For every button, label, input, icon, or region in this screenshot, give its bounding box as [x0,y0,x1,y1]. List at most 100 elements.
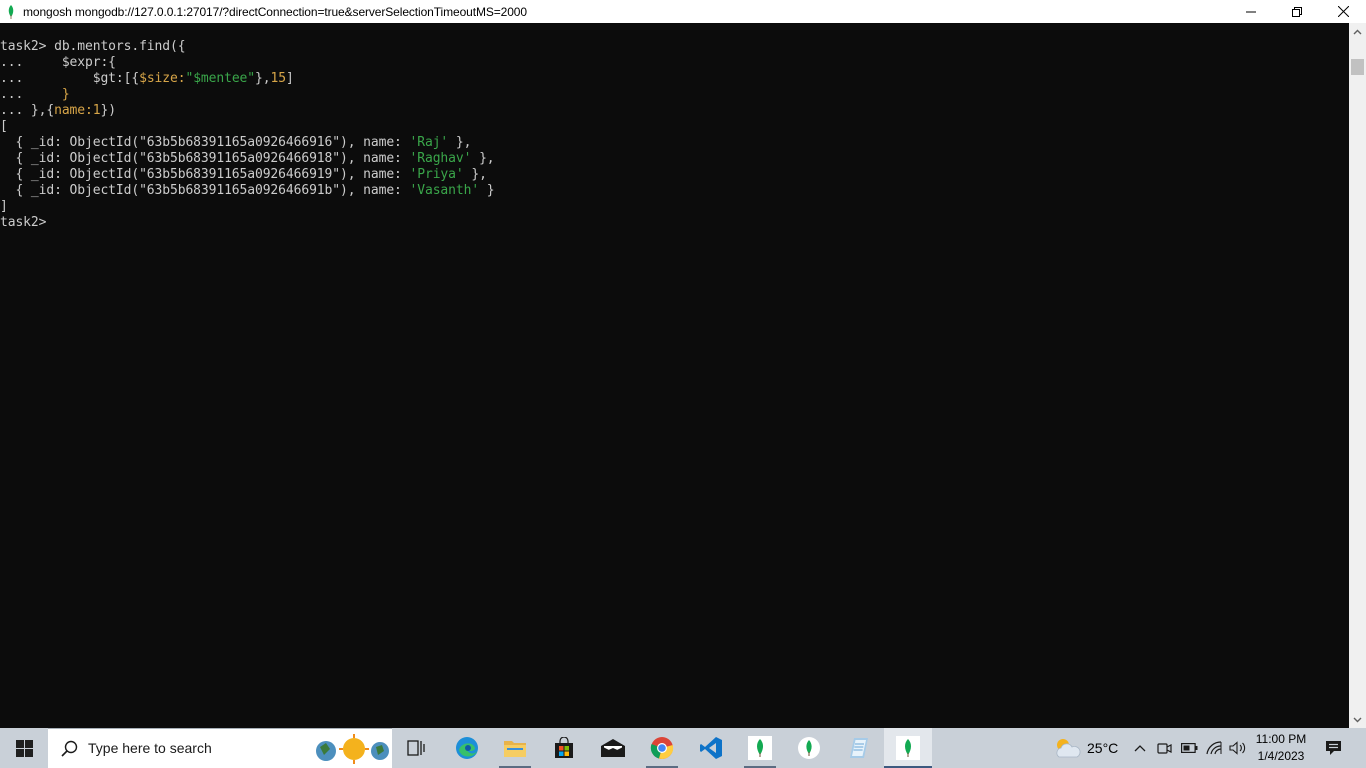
window-title: mongosh mongodb://127.0.0.1:27017/?direc… [23,4,527,19]
taskbar-store[interactable] [540,728,588,768]
console-text-segment: task2> [0,215,55,230]
console-line: ... } [0,87,70,103]
weather-widget[interactable] [1052,728,1082,768]
console-line: [ [0,119,8,135]
taskbar-search-box[interactable]: Type here to search [48,728,392,768]
console-text-segment: task2> db.mentors.find({ [0,39,186,54]
notification-icon [1325,741,1341,755]
console-line: { _id: ObjectId("63b5b68391165a092646691… [0,151,495,167]
console-text-segment: ... [0,87,62,102]
console-text-segment: "$mentee" [185,71,256,86]
scroll-down-arrow[interactable] [1349,711,1366,728]
mongosh-icon [896,736,920,760]
console-text-segment: ... $gt:[{ [0,71,140,86]
clock-date: 1/4/2023 [1257,749,1305,763]
chrome-icon [650,737,674,759]
edge-icon [456,737,478,759]
chevron-up-icon [1134,745,1146,752]
mongodb-leaf-icon [4,4,18,19]
console-text-segment: }, [448,135,472,150]
console-text-segment: 'Raj' [409,135,449,150]
windows-start-icon [15,739,33,757]
speaker-icon [1229,741,1246,755]
mongodb-compass-icon [748,736,772,760]
scroll-up-arrow[interactable] [1349,23,1366,40]
mongodb-compass-icon-2 [798,737,820,759]
console-text-segment: ] [0,199,8,214]
microsoft-store-icon [555,737,573,758]
terminal-output[interactable]: task2> db.mentors.find({... $expr:{... $… [0,23,1349,728]
taskbar-chrome[interactable] [638,728,686,768]
console-text-segment: ... },{ [0,103,55,118]
close-icon [1337,6,1349,17]
battery-icon [1180,743,1197,753]
console-line: task2> db.mentors.find({ [0,39,186,55]
console-line: ... },{name:1}) [0,103,116,119]
show-hidden-icons-button[interactable] [1130,728,1150,768]
console-text-segment: }, [471,151,495,166]
start-button[interactable] [0,728,48,768]
task-view-button[interactable] [392,728,440,768]
close-button[interactable] [1320,0,1366,23]
search-icon [61,740,78,757]
console-text-segment: { _id: ObjectId("63b5b68391165a092646691… [0,151,410,166]
scroll-thumb[interactable] [1351,59,1364,75]
console-line: { _id: ObjectId("63b5b68391165a092646691… [0,135,471,151]
search-highlight-icon [316,734,389,764]
taskbar-mail[interactable] [589,728,637,768]
vscode-icon [700,737,722,759]
console-text-segment: name:1 [54,103,101,118]
camera-icon [1156,743,1172,754]
console-text-segment: }, [463,167,487,182]
search-placeholder: Type here to search [88,740,212,756]
console-text-segment: 'Vasanth' [409,183,480,198]
volume-button[interactable] [1227,728,1249,768]
console-text-segment: 'Raghav' [409,151,472,166]
console-text-segment: ] [285,71,294,86]
console-line: ... $expr:{ [0,55,116,71]
meet-now-button[interactable] [1154,728,1174,768]
restore-button[interactable] [1274,0,1320,23]
console-text-segment: { _id: ObjectId("63b5b68391165a092646691… [0,183,410,198]
weather-temperature[interactable]: 25°C [1087,740,1118,756]
taskbar-mongodb-compass-2[interactable] [785,728,833,768]
console-line: { _id: ObjectId("63b5b68391165a092646691… [0,183,494,199]
partly-cloudy-icon [1056,739,1081,758]
console-text-segment: { _id: ObjectId("63b5b68391165a092646691… [0,135,410,150]
wifi-icon [1206,741,1222,755]
console-text-segment: }, [255,71,271,86]
minimize-icon [1246,11,1256,12]
task-view-icon [407,740,425,756]
vertical-scrollbar[interactable] [1349,23,1366,728]
console-line: ] [0,199,8,215]
window-title-bar[interactable]: mongosh mongodb://127.0.0.1:27017/?direc… [0,0,1366,23]
clock[interactable]: 11:00 PM 1/4/2023 [1252,731,1310,765]
taskbar-file-explorer[interactable] [491,728,539,768]
network-button[interactable] [1203,728,1225,768]
windows-taskbar: Type here to search 25°C 11:00 PM 1/4/20… [0,728,1366,768]
minimize-button[interactable] [1228,0,1274,23]
file-explorer-icon [504,741,526,757]
mail-icon [601,739,625,757]
chevron-down-icon [1353,717,1362,722]
taskbar-mongodb-compass[interactable] [736,728,784,768]
restore-icon [1292,6,1302,17]
console-text-segment: { _id: ObjectId("63b5b68391165a092646691… [0,167,410,182]
clock-time: 11:00 PM [1255,732,1307,746]
notifications-button[interactable] [1318,728,1348,768]
console-text-segment: $size: [139,71,186,86]
taskbar-mongosh-active[interactable] [884,728,932,768]
console-line: ... $gt:[{$size:"$mentee"},15] [0,71,294,87]
taskbar-notepad[interactable] [834,728,882,768]
console-text-segment: }) [100,103,116,118]
taskbar-edge[interactable] [443,728,491,768]
console-line: { _id: ObjectId("63b5b68391165a092646691… [0,167,487,183]
console-text-segment: [ [0,119,8,134]
notepad-icon [850,738,868,758]
console-text-segment: 'Priya' [409,167,464,182]
battery-button[interactable] [1178,728,1200,768]
console-line: task2> [0,215,54,231]
console-text-segment: } [61,87,70,102]
chevron-up-icon [1353,29,1362,34]
taskbar-vscode[interactable] [687,728,735,768]
